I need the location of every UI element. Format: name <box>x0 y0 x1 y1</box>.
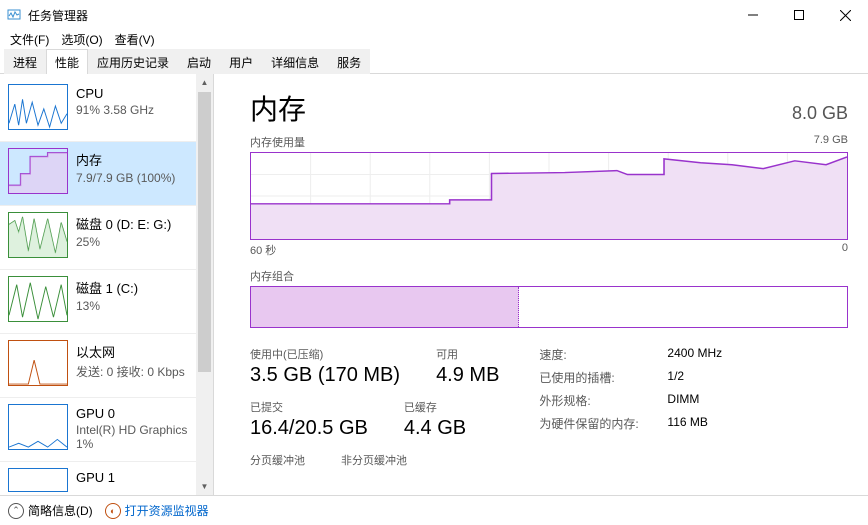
cached-value: 4.4 GB <box>404 417 466 440</box>
memory-composition-chart[interactable] <box>250 286 848 328</box>
page-title: 内存 <box>250 88 306 128</box>
tab-startup[interactable]: 启动 <box>178 49 220 74</box>
menu-view[interactable]: 查看(V) <box>109 29 161 50</box>
x-axis-right: 0 <box>842 242 848 258</box>
sidebar-gpu0[interactable]: GPU 0 Intel(R) HD Graphics 1% <box>0 398 196 462</box>
content: CPU 91% 3.58 GHz 内存 7.9/7.9 GB (100%) 磁盘 0… <box>0 74 868 495</box>
scrollbar-thumb[interactable] <box>198 92 211 372</box>
comp-label: 内存组合 <box>250 268 294 284</box>
tabbar: 进程 性能 应用历史记录 启动 用户 详细信息 服务 <box>0 50 868 74</box>
menubar: 文件(F) 选项(O) 查看(V) <box>0 30 868 50</box>
speed-v: 2400 MHz <box>667 346 722 363</box>
paged-label: 分页缓冲池 <box>250 452 305 468</box>
sidebar-cpu-name: CPU <box>76 86 154 101</box>
scroll-up-icon[interactable]: ▲ <box>196 74 213 91</box>
sidebar-memory[interactable]: 内存 7.9/7.9 GB (100%) <box>0 142 196 206</box>
tab-performance[interactable]: 性能 <box>46 49 88 74</box>
usage-chart-max: 7.9 GB <box>814 134 848 150</box>
sidebar-disk1[interactable]: 磁盘 1 (C:) 13% <box>0 270 196 334</box>
sidebar-disk1-val: 13% <box>76 299 138 313</box>
stats: 使用中(已压缩) 3.5 GB (170 MB) 可用 4.9 MB 已提交 1… <box>250 346 848 468</box>
fewer-details-button[interactable]: ⌃ 简略信息(D) <box>8 502 93 519</box>
reserved-k: 为硬件保留的内存: <box>539 415 649 432</box>
menu-options[interactable]: 选项(O) <box>55 29 108 50</box>
sidebar-disk1-name: 磁盘 1 (C:) <box>76 278 138 297</box>
tab-app-history[interactable]: 应用历史记录 <box>88 49 178 74</box>
memory-usage-chart[interactable] <box>250 152 848 240</box>
resmon-icon: ◐ <box>105 503 121 519</box>
sidebar-cpu[interactable]: CPU 91% 3.58 GHz <box>0 78 196 142</box>
sidebar-eth-name: 以太网 <box>76 342 185 361</box>
app-icon <box>6 7 22 23</box>
sidebar-cpu-val: 91% 3.58 GHz <box>76 103 154 117</box>
close-button[interactable] <box>822 0 868 30</box>
speed-k: 速度: <box>539 346 649 363</box>
window-title: 任务管理器 <box>28 7 88 24</box>
maximize-button[interactable] <box>776 0 822 30</box>
cached-label: 已缓存 <box>404 399 466 415</box>
minimize-button[interactable] <box>730 0 776 30</box>
reserved-v: 116 MB <box>667 415 707 432</box>
tab-details[interactable]: 详细信息 <box>262 49 328 74</box>
scroll-down-icon[interactable]: ▼ <box>196 478 213 495</box>
in-use-label: 使用中(已压缩) <box>250 346 400 362</box>
menu-file[interactable]: 文件(F) <box>4 29 55 50</box>
disk1-thumb-chart <box>8 276 68 322</box>
sidebar-disk0[interactable]: 磁盘 0 (D: E: G:) 25% <box>0 206 196 270</box>
capacity-label: 8.0 GB <box>792 103 848 124</box>
avail-label: 可用 <box>436 346 499 362</box>
cpu-thumb-chart <box>8 84 68 130</box>
memory-thumb-chart <box>8 148 68 194</box>
gpu0-thumb-chart <box>8 404 68 450</box>
titlebar: 任务管理器 <box>0 0 868 30</box>
sidebar-scrollbar[interactable]: ▲ ▼ <box>196 74 213 495</box>
comp-in-use <box>251 287 519 327</box>
sidebar-disk0-val: 25% <box>76 235 171 249</box>
sidebar-gpu0-val: Intel(R) HD Graphics 1% <box>76 423 187 451</box>
main-panel: 内存 8.0 GB 内存使用量 7.9 GB 60 秒 0 内存组合 <box>214 74 868 495</box>
slots-k: 已使用的插槽: <box>539 369 649 386</box>
sidebar-gpu0-name: GPU 0 <box>76 406 187 421</box>
slots-v: 1/2 <box>667 369 684 386</box>
tab-services[interactable]: 服务 <box>328 49 370 74</box>
footer: ⌃ 简略信息(D) ◐ 打开资源监视器 <box>0 495 868 525</box>
tab-users[interactable]: 用户 <box>220 49 262 74</box>
commit-label: 已提交 <box>250 399 368 415</box>
sidebar-disk0-name: 磁盘 0 (D: E: G:) <box>76 214 171 233</box>
sidebar-eth-val: 发送: 0 接收: 0 Kbps <box>76 363 185 380</box>
sidebar-memory-name: 内存 <box>76 150 175 169</box>
x-axis-left: 60 秒 <box>250 242 276 258</box>
open-resmon-link[interactable]: ◐ 打开资源监视器 <box>105 502 209 519</box>
chevron-up-icon: ⌃ <box>8 503 24 519</box>
sidebar: CPU 91% 3.58 GHz 内存 7.9/7.9 GB (100%) 磁盘 0… <box>0 74 196 495</box>
ethernet-thumb-chart <box>8 340 68 386</box>
avail-value: 4.9 MB <box>436 364 499 387</box>
form-v: DIMM <box>667 392 699 409</box>
nonpaged-label: 非分页缓冲池 <box>341 452 407 468</box>
commit-value: 16.4/20.5 GB <box>250 417 368 440</box>
sidebar-gpu1[interactable]: GPU 1 <box>0 462 196 495</box>
in-use-value: 3.5 GB (170 MB) <box>250 364 400 387</box>
comp-available <box>519 287 847 327</box>
disk0-thumb-chart <box>8 212 68 258</box>
gpu1-thumb-chart <box>8 468 68 492</box>
form-k: 外形规格: <box>539 392 649 409</box>
usage-chart-label: 内存使用量 <box>250 134 305 150</box>
tab-processes[interactable]: 进程 <box>4 49 46 74</box>
sidebar-memory-val: 7.9/7.9 GB (100%) <box>76 171 175 185</box>
sidebar-gpu1-name: GPU 1 <box>76 470 115 485</box>
sidebar-ethernet[interactable]: 以太网发送: 0 接收: 0 Kbps <box>0 334 196 398</box>
